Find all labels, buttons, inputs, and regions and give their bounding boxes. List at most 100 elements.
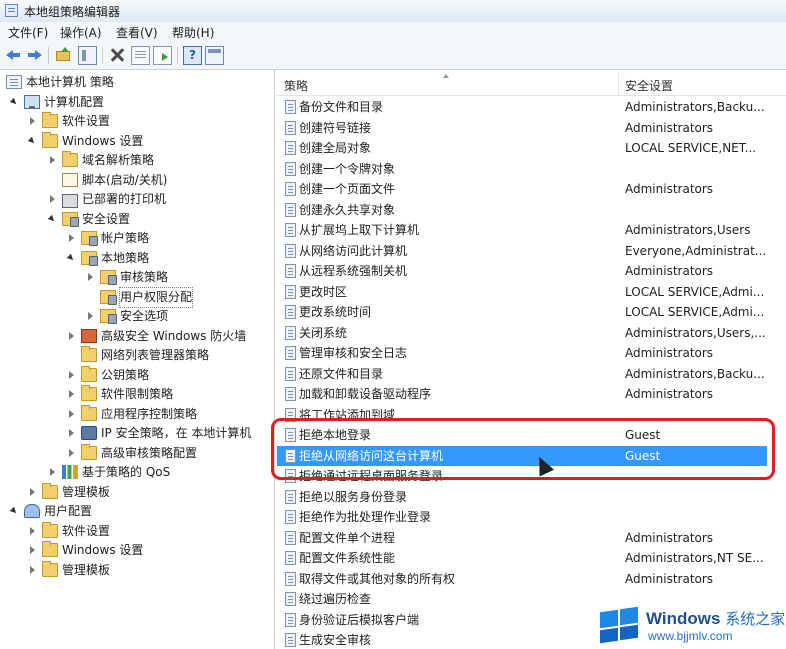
expanded-arrow-icon[interactable] xyxy=(9,97,19,106)
policy-row[interactable]: 拒绝以服务身份登录 xyxy=(277,487,786,507)
folder-icon xyxy=(81,443,97,460)
policy-row[interactable]: 创建全局对象 LOCAL SERVICE,NET... xyxy=(277,138,786,158)
tree-item-label: 网络列表管理器策略 xyxy=(101,348,210,362)
security-setting: LOCAL SERVICE,NET... xyxy=(625,141,757,155)
tree-item-label: 用户权限分配 xyxy=(118,286,194,308)
policy-item-icon xyxy=(285,571,296,586)
policy-row[interactable]: 更改系统时间 LOCAL SERVICE,Admi... xyxy=(277,302,786,322)
policy-row[interactable]: 从网络访问此计算机 Everyone,Administrat... xyxy=(277,241,786,261)
collapsed-arrow-icon[interactable] xyxy=(69,448,74,457)
tree-item-label: 软件限制策略 xyxy=(101,387,174,401)
collapsed-arrow-icon[interactable] xyxy=(30,117,35,125)
collapsed-arrow-icon[interactable] xyxy=(88,312,93,320)
delete-icon[interactable] xyxy=(108,46,127,65)
menu-help[interactable]: 帮助(H) xyxy=(170,24,216,41)
tree-item-label: 安全设置 xyxy=(82,211,131,226)
show-hide-tree-icon[interactable] xyxy=(78,46,97,65)
help-icon[interactable]: ? xyxy=(183,46,202,65)
collapsed-arrow-icon[interactable] xyxy=(69,409,74,418)
policy-item-icon xyxy=(285,612,296,627)
policy-item-icon xyxy=(285,633,296,647)
security-setting: Administrators,Backu... xyxy=(625,366,765,381)
red-highlight-annotation xyxy=(271,418,775,480)
policy-row[interactable]: 还原文件和目录 Administrators,Backu... xyxy=(277,364,786,384)
collapsed-arrow-icon[interactable] xyxy=(30,565,35,574)
firewall-icon xyxy=(81,328,97,343)
watermark-url: www.bjjmlv.com xyxy=(648,629,733,643)
security-icon xyxy=(100,270,117,285)
collapsed-arrow-icon[interactable] xyxy=(69,370,74,379)
policy-row[interactable]: 创建一个令牌对象 xyxy=(277,159,786,179)
policy-row[interactable]: 管理审核和安全日志 Administrators xyxy=(277,343,786,363)
column-divider[interactable] xyxy=(618,73,619,95)
export-list-icon[interactable] xyxy=(153,46,172,65)
policy-name: 管理审核和安全日志 xyxy=(299,346,408,360)
menu-view[interactable]: 查看(V) xyxy=(114,24,160,41)
security-setting: Everyone,Administrat... xyxy=(625,243,767,258)
column-header-security[interactable]: 安全设置 xyxy=(625,77,673,94)
policy-row[interactable]: 更改时区 LOCAL SERVICE,Admi... xyxy=(277,282,786,302)
policy-row[interactable]: 备份文件和目录 Administrators,Backu... xyxy=(277,97,786,117)
expanded-arrow-icon[interactable] xyxy=(9,506,19,516)
tree-item-label: 公钥策略 xyxy=(101,367,150,382)
collapsed-arrow-icon[interactable] xyxy=(30,546,35,554)
folder-icon xyxy=(81,385,97,401)
policy-name: 拒绝以服务身份登录 xyxy=(299,489,408,504)
policy-name: 创建全局对象 xyxy=(299,141,372,155)
up-level-icon[interactable] xyxy=(54,46,73,65)
list-header: 策略 安全设置 xyxy=(277,73,786,96)
expanded-arrow-icon[interactable] xyxy=(47,214,57,223)
policy-row[interactable]: 关闭系统 Administrators,Users,... xyxy=(277,323,786,343)
policy-row[interactable]: 拒绝作为批处理作业登录 xyxy=(277,507,786,527)
tree-item-label: 脚本(启动/关机) xyxy=(82,172,168,187)
collapsed-arrow-icon[interactable] xyxy=(88,273,93,281)
expanded-arrow-icon[interactable] xyxy=(66,253,76,262)
policy-item-icon xyxy=(285,489,296,504)
expanded-arrow-icon[interactable] xyxy=(27,136,37,145)
policy-item-icon xyxy=(285,100,296,114)
collapsed-arrow-icon[interactable] xyxy=(69,331,74,340)
policy-row[interactable]: 创建一个页面文件 Administrators xyxy=(277,179,786,199)
collapsed-arrow-icon[interactable] xyxy=(30,526,35,535)
tree-item-label: 安全选项 xyxy=(120,309,169,323)
back-arrow-icon[interactable] xyxy=(4,46,23,65)
menu-action[interactable]: 操作(A) xyxy=(58,24,104,41)
policy-row[interactable]: 配置文件单个进程 Administrators xyxy=(277,528,786,548)
policy-item-icon xyxy=(285,346,296,360)
collapsed-arrow-icon[interactable] xyxy=(69,429,74,437)
menu-file[interactable]: 文件(F) xyxy=(6,24,50,41)
toolbar-separator xyxy=(102,47,103,64)
forward-arrow-icon[interactable] xyxy=(25,46,44,65)
collapsed-arrow-icon[interactable] xyxy=(69,390,74,398)
view-icon[interactable] xyxy=(205,46,224,65)
collapsed-arrow-icon[interactable] xyxy=(50,156,55,164)
policy-name: 绕过遍历检查 xyxy=(299,592,372,606)
policy-row[interactable]: 创建符号链接 Administrators xyxy=(277,118,786,138)
policy-row[interactable]: 取得文件或其他对象的所有权 Administrators xyxy=(277,569,786,589)
security-setting: LOCAL SERVICE,Admi... xyxy=(625,284,765,299)
tree-item-label: 本地策略 xyxy=(101,250,150,265)
folder-icon xyxy=(81,404,97,421)
collapsed-arrow-icon[interactable] xyxy=(50,195,55,203)
folder-icon xyxy=(62,151,78,167)
policy-row[interactable]: 配置文件系统性能 Administrators,NT SE... xyxy=(277,548,786,568)
policy-item-icon xyxy=(285,366,296,381)
collapsed-arrow-icon[interactable] xyxy=(30,487,35,496)
policy-name: 创建一个令牌对象 xyxy=(299,161,396,176)
security-icon xyxy=(81,250,98,266)
security-setting: Administrators,Users,... xyxy=(625,325,766,340)
policy-row[interactable]: 加载和卸载设备驱动程序 Administrators xyxy=(277,384,786,404)
collapsed-arrow-icon[interactable] xyxy=(50,468,55,476)
policy-item-icon xyxy=(285,530,296,545)
policy-icon xyxy=(6,75,22,89)
column-header-policy[interactable]: 策略 xyxy=(284,77,308,94)
collapsed-arrow-icon[interactable] xyxy=(69,234,74,242)
policy-row[interactable]: 从扩展坞上取下计算机 Administrators,Users xyxy=(277,220,786,240)
qos-icon xyxy=(62,465,78,479)
policy-name: 从扩展坞上取下计算机 xyxy=(299,223,420,237)
policy-row[interactable]: 创建永久共享对象 xyxy=(277,200,786,220)
security-icon xyxy=(100,289,117,305)
properties-icon[interactable] xyxy=(131,46,150,65)
security-setting: Administrators xyxy=(625,182,714,196)
policy-row[interactable]: 从远程系统强制关机 Administrators xyxy=(277,261,786,281)
